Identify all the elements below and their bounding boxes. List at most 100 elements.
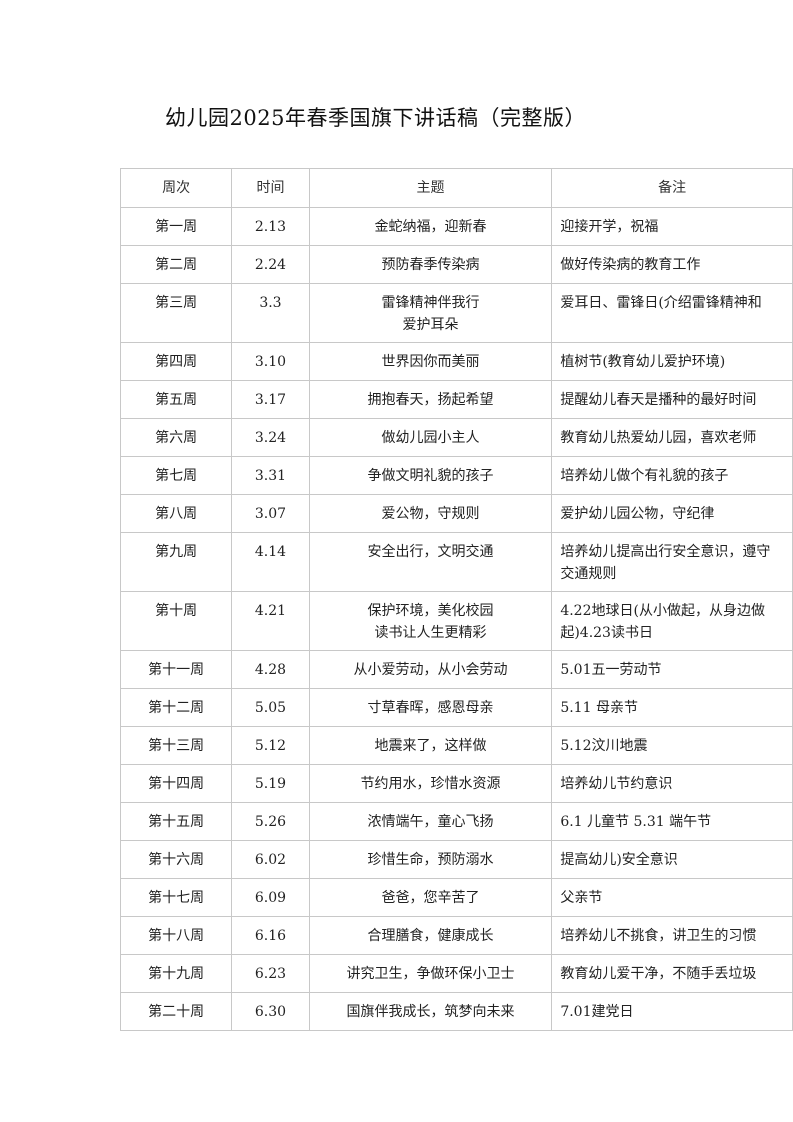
cell-week: 第十五周 [119, 802, 233, 841]
header-theme: 主题 [308, 168, 553, 208]
cell-theme: 讲究卫生，争做环保小卫士 [308, 954, 553, 993]
cell-theme: 雷锋精神伴我行 爱护耳朵 [308, 283, 553, 343]
cell-week: 第十一周 [119, 650, 233, 689]
cell-week: 第六周 [119, 418, 233, 457]
cell-note: 提醒幼儿春天是播种的最好时间 [551, 380, 793, 419]
cell-note: 爱护幼儿园公物，守纪律 [551, 494, 793, 533]
cell-note: 4.22地球日(从小做起，从身边做起)4.23读书日 [551, 591, 793, 651]
schedule-table: 周次 时间 主题 备注 第一周 2.13 金蛇纳福，迎新春 迎接开学，祝福 第二周 2.2… [119, 168, 793, 1031]
document-title: 幼儿园2025年春季国旗下讲话稿（完整版） [165, 106, 586, 130]
theme-line: 世界因你而美丽 [381, 354, 480, 370]
theme-line: 金蛇纳福，迎新春 [374, 219, 487, 235]
cell-week: 第十三周 [119, 726, 233, 765]
cell-theme: 爱公物，守规则 [308, 494, 553, 533]
theme-line: 合理膳食，健康成长 [367, 928, 494, 944]
cell-theme: 保护环境，美化校园 读书让人生更精彩 [308, 591, 553, 651]
cell-note: 教育幼儿热爱幼儿园，喜欢老师 [551, 418, 793, 457]
cell-note: 爱耳日、雷锋日(介绍雷锋精神和 [551, 283, 793, 343]
cell-week: 第十周 [119, 591, 233, 651]
cell-note: 做好传染病的教育工作 [551, 245, 793, 284]
cell-date: 3.07 [231, 494, 310, 533]
table-row: 第三周 3.3 雷锋精神伴我行 爱护耳朵 爱耳日、雷锋日(介绍雷锋精神和 [119, 283, 793, 343]
cell-note: 迎接开学，祝福 [551, 207, 793, 246]
cell-date: 2.24 [231, 245, 310, 284]
theme-line: 讲究卫生，争做环保小卫士 [346, 966, 515, 982]
cell-note: 教育幼儿爱干净，不随手丢垃圾 [551, 954, 793, 993]
cell-date: 4.21 [231, 591, 310, 651]
cell-date: 5.05 [231, 688, 310, 727]
table-row: 第二十周 6.30 国旗伴我成长，筑梦向未来 7.01建党日 [119, 992, 793, 1031]
theme-line: 地震来了，这样做 [374, 738, 487, 754]
cell-week: 第一周 [119, 207, 233, 246]
cell-theme: 拥抱春天，扬起希望 [308, 380, 553, 419]
cell-theme: 预防春季传染病 [308, 245, 553, 284]
cell-note: 5.11 母亲节 [551, 688, 793, 727]
table-row: 第十八周 6.16 合理膳食，健康成长 培养幼儿不挑食，讲卫生的习惯 [119, 916, 793, 955]
cell-week: 第十二周 [119, 688, 233, 727]
theme-line: 节约用水，珍惜水资源 [360, 776, 501, 792]
table-row: 第五周 3.17 拥抱春天，扬起希望 提醒幼儿春天是播种的最好时间 [119, 380, 793, 419]
cell-date: 3.17 [231, 380, 310, 419]
cell-week: 第十八周 [119, 916, 233, 955]
table-row: 第一周 2.13 金蛇纳福，迎新春 迎接开学，祝福 [119, 207, 793, 246]
cell-week: 第四周 [119, 342, 233, 381]
cell-week: 第二十周 [119, 992, 233, 1031]
theme-line: 珍惜生命，预防溺水 [367, 852, 494, 868]
header-week: 周次 [119, 168, 233, 208]
document-page: 幼儿园2025年春季国旗下讲话稿（完整版） 周次 时间 主题 备注 第一周 2.1… [0, 0, 793, 1122]
cell-date: 3.3 [231, 283, 310, 343]
cell-theme: 世界因你而美丽 [308, 342, 553, 381]
header-date: 时间 [231, 168, 310, 208]
cell-theme: 爸爸，您辛苦了 [308, 878, 553, 917]
theme-line: 保护环境，美化校园 [367, 603, 494, 619]
schedule-body: 第一周 2.13 金蛇纳福，迎新春 迎接开学，祝福 第二周 2.24 预防春季传染病 做好传染… [119, 207, 793, 1031]
theme-line: 爱公物，守规则 [381, 506, 480, 522]
cell-theme: 寸草春晖，感恩母亲 [308, 688, 553, 727]
cell-date: 5.19 [231, 764, 310, 803]
theme-line: 拥抱春天，扬起希望 [367, 392, 494, 408]
cell-theme: 地震来了，这样做 [308, 726, 553, 765]
cell-date: 2.13 [231, 207, 310, 246]
theme-line: 爸爸，您辛苦了 [381, 890, 480, 906]
table-row: 第十五周 5.26 浓情端午，童心飞扬 6.1 儿童节 5.31 端午节 [119, 802, 793, 841]
header-note: 备注 [551, 168, 793, 208]
theme-line: 国旗伴我成长，筑梦向未来 [346, 1004, 515, 1020]
cell-theme: 从小爱劳动，从小会劳动 [308, 650, 553, 689]
cell-note: 6.1 儿童节 5.31 端午节 [551, 802, 793, 841]
cell-theme: 争做文明礼貌的孩子 [308, 456, 553, 495]
cell-theme: 节约用水，珍惜水资源 [308, 764, 553, 803]
table-header-row: 周次 时间 主题 备注 [119, 168, 793, 208]
theme-line: 浓情端午，童心飞扬 [367, 814, 494, 830]
cell-week: 第九周 [119, 532, 233, 592]
cell-date: 6.09 [231, 878, 310, 917]
cell-week: 第七周 [119, 456, 233, 495]
cell-theme: 安全出行，文明交通 [308, 532, 553, 592]
cell-note: 5.01五一劳动节 [551, 650, 793, 689]
cell-date: 4.14 [231, 532, 310, 592]
cell-note: 培养幼儿不挑食，讲卫生的习惯 [551, 916, 793, 955]
theme-line: 做幼儿园小主人 [381, 430, 480, 446]
cell-date: 5.26 [231, 802, 310, 841]
cell-theme: 国旗伴我成长，筑梦向未来 [308, 992, 553, 1031]
theme-line: 雷锋精神伴我行 [381, 295, 480, 311]
table-row: 第十七周 6.09 爸爸，您辛苦了 父亲节 [119, 878, 793, 917]
table-row: 第四周 3.10 世界因你而美丽 植树节(教育幼儿爱护环境) [119, 342, 793, 381]
table-row: 第十周 4.21 保护环境，美化校园 读书让人生更精彩 4.22地球日(从小做起，从身边… [119, 591, 793, 651]
cell-note: 培养幼儿做个有礼貌的孩子 [551, 456, 793, 495]
cell-date: 5.12 [231, 726, 310, 765]
cell-date: 3.10 [231, 342, 310, 381]
cell-date: 4.28 [231, 650, 310, 689]
theme-line: 读书让人生更精彩 [374, 625, 487, 641]
cell-date: 6.23 [231, 954, 310, 993]
table-row: 第二周 2.24 预防春季传染病 做好传染病的教育工作 [119, 245, 793, 284]
theme-line: 从小爱劳动，从小会劳动 [353, 662, 508, 678]
theme-line: 争做文明礼貌的孩子 [367, 468, 494, 484]
theme-line: 寸草春晖，感恩母亲 [367, 700, 494, 716]
cell-date: 6.02 [231, 840, 310, 879]
cell-note: 培养幼儿提高出行安全意识，遵守交通规则 [551, 532, 793, 592]
cell-date: 3.24 [231, 418, 310, 457]
cell-week: 第二周 [119, 245, 233, 284]
table-row: 第十二周 5.05 寸草春晖，感恩母亲 5.11 母亲节 [119, 688, 793, 727]
cell-note: 5.12汶川地震 [551, 726, 793, 765]
table-row: 第十四周 5.19 节约用水，珍惜水资源 培养幼儿节约意识 [119, 764, 793, 803]
